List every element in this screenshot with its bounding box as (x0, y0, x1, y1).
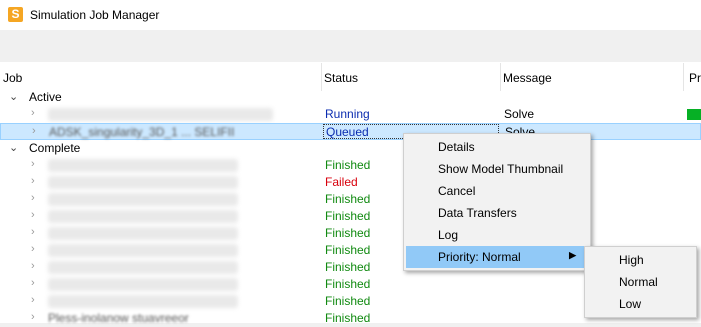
status-cell: Queued (326, 125, 369, 139)
column-header-label: Pr (689, 71, 701, 85)
status-cell: Finished (325, 294, 371, 308)
status-cell: Finished (325, 158, 371, 172)
menu-item-low[interactable]: Low (587, 293, 694, 315)
redacted-job-name (48, 159, 238, 172)
column-header-job[interactable]: Job (0, 63, 322, 91)
table-row-selected[interactable]: › ADSK_singularity_3D_1 ... SELIFII Queu… (0, 123, 701, 140)
status-cell: Finished (325, 243, 371, 257)
chevron-right-icon[interactable]: › (31, 260, 35, 272)
group-title: Complete (29, 141, 81, 155)
chevron-right-icon[interactable]: › (32, 125, 36, 137)
chevron-right-icon[interactable]: › (31, 226, 35, 238)
chevron-right-icon[interactable]: › (31, 311, 35, 323)
chevron-right-icon[interactable]: › (31, 243, 35, 255)
chevron-down-icon[interactable]: ⌄ (9, 141, 18, 154)
column-header-label: Job (3, 71, 23, 85)
redacted-job-name (48, 227, 238, 240)
menu-item-cancel[interactable]: Cancel (406, 180, 588, 202)
menu-item-label: Low (619, 297, 642, 311)
message-cell: Solve (504, 107, 535, 121)
redacted-job-name (48, 295, 238, 308)
status-cell: Finished (325, 277, 371, 291)
chevron-right-icon[interactable]: › (31, 192, 35, 204)
window-title: Simulation Job Manager (30, 8, 160, 22)
priority-submenu: High Normal Low (584, 246, 697, 318)
chevron-right-icon[interactable]: › (31, 175, 35, 187)
redacted-job-name (48, 193, 238, 206)
menu-item-label: Details (438, 140, 475, 154)
menu-item-label: Priority: Normal (438, 250, 521, 264)
column-header-message[interactable]: Message (500, 63, 684, 91)
table-row[interactable]: › Finished (0, 191, 701, 208)
redacted-job-name (48, 261, 238, 274)
status-cell: Running (325, 107, 370, 121)
menu-item-priority[interactable]: Priority: Normal ▶ (406, 246, 588, 268)
redacted-job-name (48, 210, 238, 223)
toolbar (0, 30, 701, 63)
menu-item-normal[interactable]: Normal (587, 271, 694, 293)
submenu-arrow-icon: ▶ (569, 250, 576, 260)
menu-item-label: Cancel (438, 184, 476, 198)
status-cell: Finished (325, 260, 371, 274)
status-cell: Failed (325, 175, 358, 189)
redacted-job-name (48, 278, 238, 291)
menu-item-label: Show Model Thumbnail (438, 162, 564, 176)
group-active[interactable]: ⌄ Active (0, 89, 701, 106)
context-menu: Details Show Model Thumbnail Cancel Data… (403, 133, 591, 271)
menu-item-high[interactable]: High (587, 249, 694, 271)
table-row[interactable]: › Finished (0, 157, 701, 174)
column-header-status[interactable]: Status (321, 63, 501, 91)
column-header-label: Message (503, 71, 552, 85)
group-title: Active (29, 90, 62, 104)
job-name: ADSK_singularity_3D_1 ... SELIFII (49, 125, 235, 139)
chevron-right-icon[interactable]: › (31, 107, 35, 119)
title-bar: S Simulation Job Manager (0, 0, 701, 30)
table-row[interactable]: › Finished (0, 225, 701, 242)
status-cell: Finished (325, 226, 371, 240)
redacted-job-name (48, 108, 273, 121)
chevron-down-icon[interactable]: ⌄ (9, 90, 18, 103)
menu-item-data-transfers[interactable]: Data Transfers (406, 202, 588, 224)
menu-item-label: Normal (619, 275, 658, 289)
chevron-right-icon[interactable]: › (31, 294, 35, 306)
column-header-label: Status (324, 71, 359, 85)
table-row[interactable]: › Finished (0, 208, 701, 225)
menu-item-label: High (619, 253, 644, 267)
progress-bar (687, 109, 701, 120)
table-row[interactable]: › Running Solve (0, 106, 701, 123)
app-icon: S (8, 7, 23, 22)
chevron-right-icon[interactable]: › (31, 158, 35, 170)
table-row[interactable]: › Failed (0, 174, 701, 191)
menu-item-label: Log (438, 228, 459, 242)
status-cell: Finished (325, 209, 371, 223)
menu-item-show-model-thumbnail[interactable]: Show Model Thumbnail (406, 158, 588, 180)
menu-item-details[interactable]: Details (406, 136, 588, 158)
column-header-progress[interactable]: Pr (683, 63, 701, 91)
menu-item-log[interactable]: Log (406, 224, 588, 246)
menu-item-label: Data Transfers (438, 206, 517, 220)
group-complete[interactable]: ⌄ Complete (0, 140, 701, 157)
redacted-job-name (48, 176, 238, 189)
chevron-right-icon[interactable]: › (31, 277, 35, 289)
redacted-job-name (48, 244, 238, 257)
chevron-right-icon[interactable]: › (31, 209, 35, 221)
status-cell: Finished (325, 192, 371, 206)
